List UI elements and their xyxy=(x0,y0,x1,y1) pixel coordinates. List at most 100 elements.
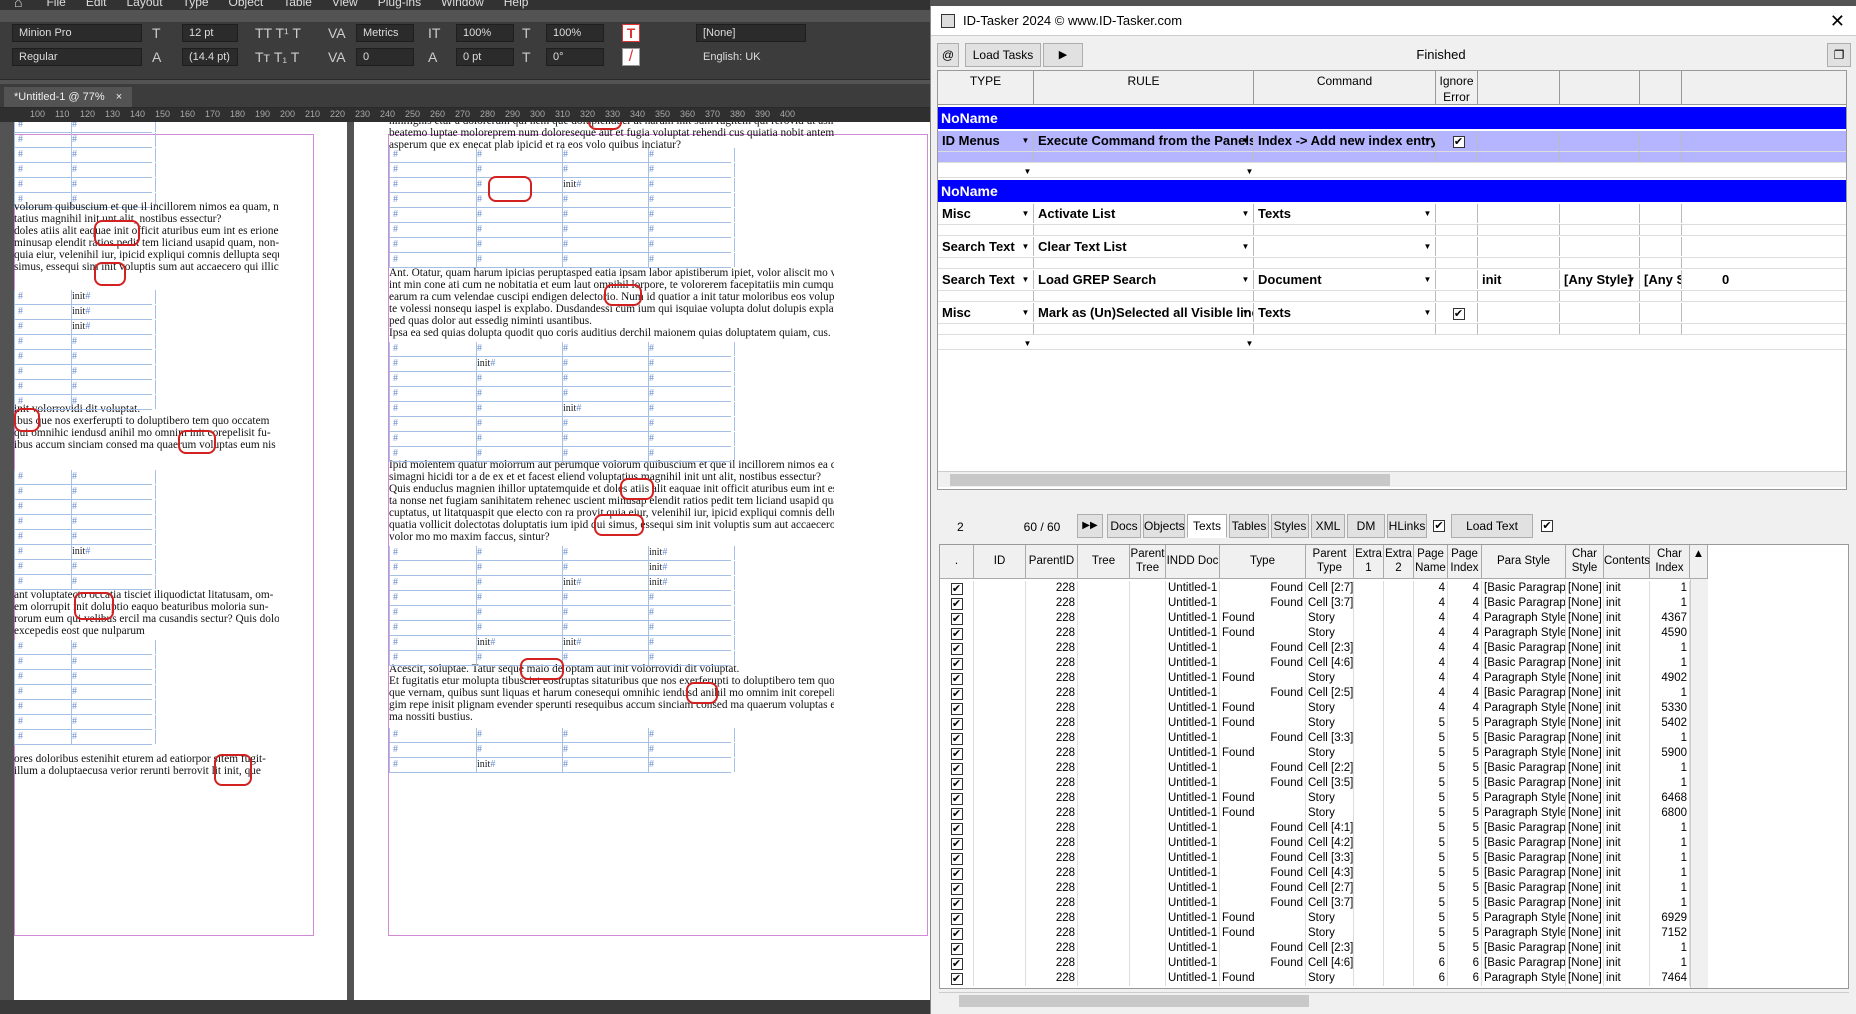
table-cell[interactable]: # xyxy=(393,651,477,665)
table-cell[interactable]: 5 xyxy=(1414,731,1448,746)
table-cell[interactable]: [Basic Paragraph] xyxy=(1482,596,1566,611)
table-cell[interactable]: 5 xyxy=(1448,746,1482,761)
table-cell[interactable]: 228 xyxy=(1026,896,1078,911)
table-cell[interactable]: # xyxy=(649,372,735,386)
table-cell[interactable]: # xyxy=(477,387,563,401)
table-cell[interactable]: init xyxy=(1604,611,1650,626)
table-cell[interactable]: 5 xyxy=(1414,851,1448,866)
table-cell[interactable] xyxy=(1130,791,1166,806)
table-cell[interactable]: 5 xyxy=(1414,926,1448,941)
checkbox[interactable]: ✔ xyxy=(1541,520,1553,532)
table-cell[interactable]: init xyxy=(1604,581,1650,596)
table-cell[interactable]: Story xyxy=(1306,701,1354,716)
table-cell[interactable] xyxy=(1130,746,1166,761)
table-cell[interactable] xyxy=(974,881,1026,896)
table-cell[interactable] xyxy=(1078,806,1130,821)
table-cell[interactable] xyxy=(1384,671,1414,686)
table-cell[interactable] xyxy=(974,926,1026,941)
table-cell[interactable] xyxy=(1130,896,1166,911)
table-cell[interactable]: # xyxy=(393,447,477,461)
table-cell[interactable]: # xyxy=(393,432,477,446)
table-cell[interactable] xyxy=(1384,701,1414,716)
table-cell[interactable]: init xyxy=(1604,656,1650,671)
table-cell[interactable]: 5 xyxy=(1414,911,1448,926)
table-cell[interactable]: 228 xyxy=(1026,971,1078,986)
param1-cell[interactable] xyxy=(1478,131,1560,150)
table-cell[interactable] xyxy=(1354,656,1384,671)
table-cell[interactable]: 5 xyxy=(1414,836,1448,851)
table-cell[interactable] xyxy=(1078,941,1130,956)
type-cell[interactable]: Found xyxy=(1220,596,1306,611)
table-cell[interactable]: init xyxy=(1604,641,1650,656)
table-cell[interactable]: 1 xyxy=(1650,851,1690,866)
select-cell[interactable]: ✔ xyxy=(940,971,974,986)
table-cell[interactable]: # xyxy=(72,163,156,177)
table-cell[interactable]: 1 xyxy=(1650,641,1690,656)
table-cell[interactable]: Untitled-1 xyxy=(1166,971,1220,986)
table-cell[interactable]: [Basic Paragraph] xyxy=(1482,641,1566,656)
table-cell[interactable]: 4 xyxy=(1414,656,1448,671)
row-checkbox[interactable]: ✔ xyxy=(950,823,963,835)
table-cell[interactable]: # xyxy=(72,715,156,729)
table-cell[interactable] xyxy=(1354,776,1384,791)
table-cell[interactable]: [None] xyxy=(1566,911,1604,926)
select-cell[interactable]: ✔ xyxy=(940,611,974,626)
table-cell[interactable]: 4 xyxy=(1448,581,1482,596)
rule-row[interactable]: Misc ▼ Mark as (Un)Selected all Visible li… xyxy=(938,303,1846,335)
table-cell[interactable]: Paragraph Style 1 xyxy=(1482,806,1566,821)
table-cell[interactable]: Untitled-1 xyxy=(1166,941,1220,956)
table-cell[interactable]: # xyxy=(649,758,735,772)
table-cell[interactable]: 5 xyxy=(1448,776,1482,791)
empty-rule-row[interactable]: ▼ ▼ xyxy=(938,336,1846,350)
select-cell[interactable]: ✔ xyxy=(940,716,974,731)
table-cell[interactable]: 228 xyxy=(1026,941,1078,956)
table-cell[interactable] xyxy=(974,851,1026,866)
table-cell[interactable]: Cell [4:6] xyxy=(1306,656,1354,671)
table-cell[interactable]: init xyxy=(1604,911,1650,926)
table-cell[interactable]: # xyxy=(649,621,735,635)
table-cell[interactable]: # xyxy=(477,238,563,252)
table-cell[interactable]: [None] xyxy=(1566,656,1604,671)
chevron-down-icon[interactable]: ▼ xyxy=(1020,241,1031,252)
table-cell[interactable]: 7464 xyxy=(1650,971,1690,986)
type-cell[interactable]: Found xyxy=(1220,896,1306,911)
table-cell[interactable]: init xyxy=(1604,806,1650,821)
row-checkbox[interactable]: ✔ xyxy=(950,583,963,595)
table-cell[interactable] xyxy=(974,686,1026,701)
menu-file[interactable]: File xyxy=(36,0,75,8)
table-cell[interactable]: 4 xyxy=(1414,671,1448,686)
table-cell[interactable] xyxy=(1130,671,1166,686)
table-cell[interactable]: Cell [2:5] xyxy=(1306,686,1354,701)
param1-cell[interactable]: init xyxy=(1478,270,1560,289)
table-cell[interactable] xyxy=(1384,926,1414,941)
table-cell[interactable] xyxy=(1130,716,1166,731)
select-cell[interactable]: ✔ xyxy=(940,911,974,926)
table-cell[interactable] xyxy=(974,731,1026,746)
table-cell[interactable] xyxy=(1354,926,1384,941)
table-cell[interactable]: init xyxy=(1604,956,1650,971)
table-cell[interactable] xyxy=(1384,776,1414,791)
table-cell[interactable]: init xyxy=(1604,896,1650,911)
table-row[interactable]: ✔ 228 Untitled-1 Found Cell [4:1] 5 5 [Basic Pa… xyxy=(940,821,1848,836)
table-cell[interactable]: 5 xyxy=(1448,791,1482,806)
ignore-error-cell[interactable] xyxy=(1436,204,1478,223)
table-cell[interactable]: 228 xyxy=(1026,956,1078,971)
table-cell[interactable]: Untitled-1 xyxy=(1166,686,1220,701)
type-cell[interactable]: Found xyxy=(1220,866,1306,881)
table-cell[interactable] xyxy=(1078,581,1130,596)
table-cell[interactable]: # xyxy=(72,730,156,744)
table-cell[interactable]: # xyxy=(563,447,649,461)
table-cell[interactable]: # xyxy=(393,576,477,590)
table-cell[interactable] xyxy=(1078,671,1130,686)
table-cell[interactable]: 5 xyxy=(1414,821,1448,836)
table-cell[interactable]: # xyxy=(649,208,735,222)
rule-cell[interactable]: Activate List ▼ xyxy=(1034,204,1254,223)
table-cell[interactable]: 5330 xyxy=(1650,701,1690,716)
table-cell[interactable]: # xyxy=(563,342,649,356)
table-cell[interactable]: # xyxy=(649,402,735,416)
chevron-down-icon[interactable]: ▼ xyxy=(1422,208,1433,219)
table-cell[interactable]: # xyxy=(477,728,563,742)
table-cell[interactable]: Untitled-1 xyxy=(1166,896,1220,911)
table-cell[interactable] xyxy=(1354,686,1384,701)
table-cell[interactable]: # xyxy=(72,670,156,684)
